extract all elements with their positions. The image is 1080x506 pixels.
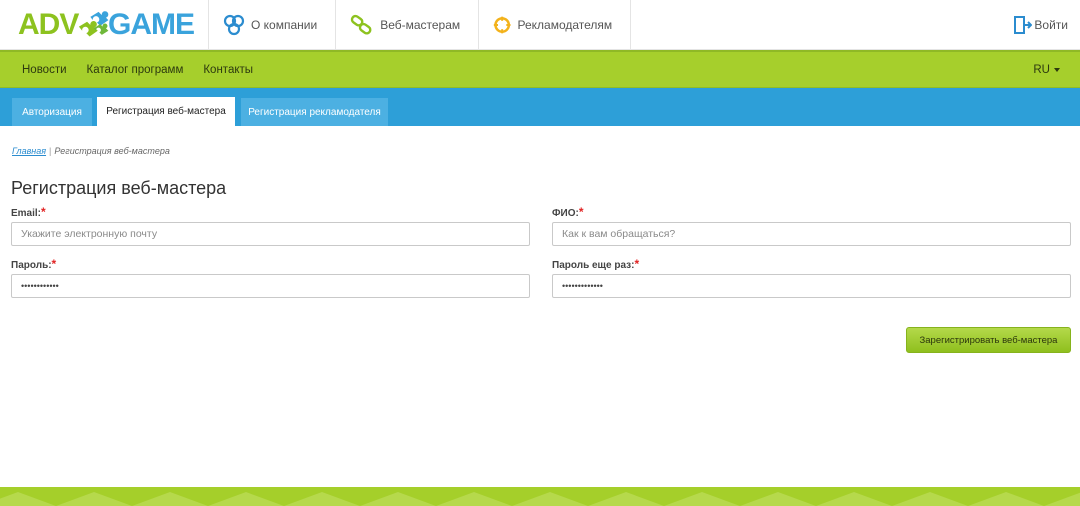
register-webmaster-button[interactable]: Зарегистрировать веб-мастера [906,327,1071,353]
footer-triangle [740,492,816,506]
tab-authorization[interactable]: Авторизация [12,98,92,126]
fio-label: ФИО:* [552,205,584,219]
caret-down-icon [1054,68,1060,72]
breadcrumb-current: Регистрация веб-мастера [54,146,170,156]
footer-triangle [1044,492,1080,506]
footer-triangle [664,492,740,506]
topnav-item-webmasters[interactable]: Веб-мастерам [335,0,478,50]
email-label-text: Email: [11,208,42,219]
menu-link-contacts[interactable]: Контакты [193,64,263,76]
password-repeat-label: Пароль еще раз:* [552,257,639,271]
main-menu-bar: Новости Каталог программ Контакты RU [0,50,1080,88]
email-required-mark: * [41,205,46,219]
breadcrumb-home-link[interactable]: Главная [12,146,46,156]
fio-field[interactable] [552,222,1071,246]
page-title: Регистрация веб-мастера [11,178,227,198]
footer-triangle [284,492,360,506]
puzzle-logo-icon [79,11,109,37]
footer-triangle [360,492,436,506]
language-label: RU [1033,64,1050,76]
tab-advertiser-registration[interactable]: Регистрация рекламодателя [241,98,388,126]
top-header: ADV GAME О компании Веб-мастерам Рекламо… [0,0,1080,50]
footer-triangle [208,492,284,506]
footer-triangle [588,492,664,506]
top-nav: О компании Веб-мастерам Рекламодателям [208,0,632,50]
logo-text-game: GAME [108,8,195,41]
breadcrumb-separator: | [49,146,52,156]
logo[interactable]: ADV GAME [18,5,195,45]
password-required-mark: * [51,257,57,271]
password-repeat-field[interactable] [552,274,1071,298]
footer-triangle [132,492,208,506]
login-label: Войти [1034,18,1068,32]
footer-triangle-pattern [0,492,1080,506]
email-field[interactable] [11,222,530,246]
footer-triangle [0,492,56,506]
fio-required-mark: * [578,205,584,219]
tab-webmaster-registration[interactable]: Регистрация веб-мастера [97,97,235,126]
topnav-item-advertisers-label: Рекламодателям [517,18,613,32]
auth-tabs: Авторизация Регистрация веб-мастера Реги… [0,88,1080,126]
password-label-text: Пароль: [11,260,52,271]
topnav-item-webmasters-label: Веб-мастерам [380,18,461,32]
topnav-item-advertisers[interactable]: Рекламодателям [478,0,632,50]
footer-bar [0,487,1080,506]
footer-triangle [512,492,588,506]
footer-triangle [968,492,1044,506]
footer-triangle [56,492,132,506]
footer-triangle [892,492,968,506]
main-menu: Новости Каталог программ Контакты [12,52,263,88]
password-field[interactable] [11,274,530,298]
email-label: Email:* [11,205,46,219]
language-dropdown[interactable]: RU [1033,52,1060,88]
password-repeat-required-mark: * [634,257,640,271]
topnav-item-company[interactable]: О компании [208,0,335,50]
logo-text-adv: ADV [18,8,79,41]
target-icon [493,16,511,34]
menu-link-news[interactable]: Новости [12,64,77,76]
breadcrumb: Главная | Регистрация веб-мастера [12,146,170,156]
password-repeat-label-text: Пароль еще раз: [552,260,635,271]
login-button[interactable]: Войти [1012,0,1068,50]
company-icon [223,14,245,36]
fio-label-text: ФИО: [552,208,579,219]
footer-triangle [436,492,512,506]
topnav-item-company-label: О компании [251,18,318,32]
login-door-icon [1014,16,1033,34]
password-label: Пароль:* [11,257,56,271]
menu-link-catalog[interactable]: Каталог программ [77,64,194,76]
footer-triangle [816,492,892,506]
chain-link-icon [350,14,372,35]
